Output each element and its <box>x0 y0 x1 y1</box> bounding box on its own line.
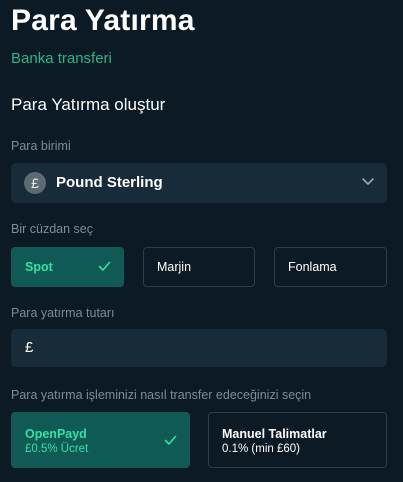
currency-select[interactable]: £ Pound Sterling <box>11 163 387 203</box>
chevron-down-icon <box>362 178 374 185</box>
wallet-option-label: Spot <box>25 260 53 274</box>
page-title: Para Yatırma <box>11 4 195 37</box>
currency-selected-value: Pound Sterling <box>56 174 163 191</box>
wallet-option-spot[interactable]: Spot <box>11 247 124 287</box>
pound-coin-icon: £ <box>24 172 46 194</box>
currency-symbol: £ <box>25 339 34 356</box>
wallet-option-marjin[interactable]: Marjin <box>143 247 255 287</box>
wallet-option-label: Marjin <box>157 260 192 274</box>
section-title: Para Yatırma oluştur <box>11 95 166 114</box>
transfer-option-manual[interactable]: Manuel Talimatlar 0.1% (min £60) <box>208 412 387 468</box>
transfer-option-openpayd[interactable]: OpenPayd £0.5% Ücret <box>11 412 190 468</box>
page-subtitle: Banka transferi <box>11 50 112 67</box>
transfer-option-name: Manuel Talimatlar <box>222 427 327 441</box>
check-icon <box>98 261 111 271</box>
wallet-label: Bir cüzdan seç <box>11 222 93 236</box>
transfer-option-name: OpenPayd <box>25 427 87 441</box>
transfer-method-label: Para yatırma işleminizi nasıl transfer e… <box>11 388 312 402</box>
transfer-option-fee: 0.1% (min £60) <box>222 443 300 455</box>
amount-input[interactable] <box>41 329 375 369</box>
wallet-option-label: Fonlama <box>288 260 337 274</box>
currency-label: Para birimi <box>11 139 71 153</box>
amount-label: Para yatırma tutarı <box>11 306 115 320</box>
amount-field[interactable]: £ <box>11 329 387 369</box>
check-icon <box>164 435 177 445</box>
wallet-option-fonlama[interactable]: Fonlama <box>274 247 387 287</box>
transfer-option-fee: £0.5% Ücret <box>25 443 89 455</box>
